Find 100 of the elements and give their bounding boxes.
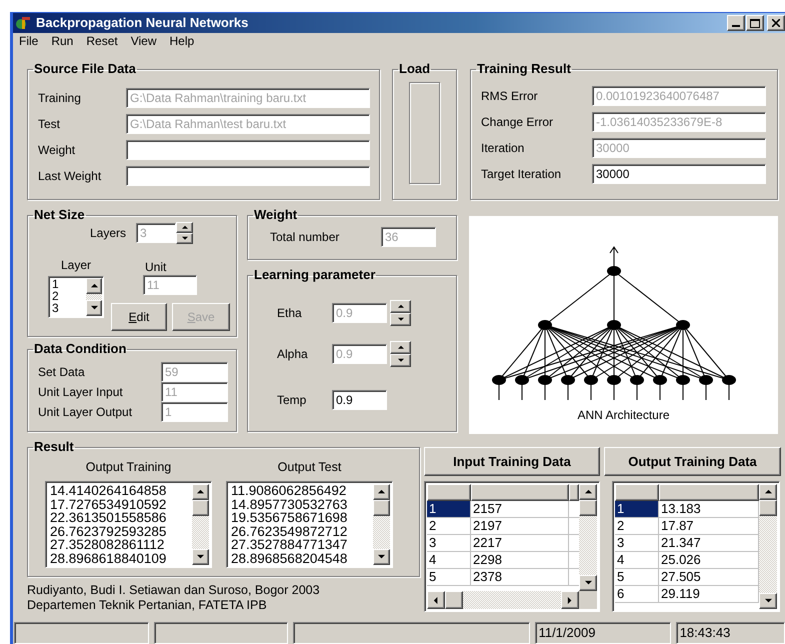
list-item[interactable]: 11.9086062856492 [231, 484, 373, 498]
list-item[interactable]: 1 [52, 278, 86, 290]
tab-button[interactable]: Input Training Data [424, 447, 600, 476]
list-item[interactable]: 26.7623792593285 [50, 524, 192, 538]
row-number-cell[interactable]: 5 [427, 569, 471, 586]
window-title: Backpropagation Neural Networks [36, 14, 248, 32]
scroll-up-button[interactable] [759, 484, 777, 500]
row-number-cell[interactable]: 1 [427, 501, 471, 518]
list-item[interactable]: 28.8968568204548 [231, 552, 373, 565]
menu-item[interactable]: File [19, 32, 38, 50]
row-number-cell[interactable]: 3 [427, 535, 471, 552]
close-button[interactable] [767, 15, 785, 31]
field-label: Unit Layer Output [38, 404, 134, 421]
scroll-thumb[interactable] [192, 500, 209, 516]
list-item[interactable]: 2 [52, 290, 86, 302]
menu-item[interactable]: Reset [86, 32, 118, 50]
field-label: Change Error [481, 114, 554, 131]
menu-item[interactable]: Help [170, 32, 194, 50]
field-label: Layer [60, 257, 92, 272]
scroll-down-button[interactable] [759, 593, 777, 609]
up-arrow-icon [182, 225, 188, 230]
table-cell: 2157 [471, 501, 569, 518]
right-arrow-icon [567, 596, 573, 604]
row-number-cell[interactable]: 2 [427, 518, 471, 535]
down-arrow-icon [584, 580, 592, 586]
spin-down-button[interactable] [176, 233, 193, 244]
scroll-down-button[interactable] [373, 549, 390, 565]
row-number-cell[interactable]: 4 [615, 552, 659, 569]
input-field[interactable]: 0.9 [332, 390, 387, 410]
left-arrow-icon [433, 596, 439, 604]
list-box[interactable]: 1 2 3 [48, 276, 104, 318]
push-button[interactable]: Edit [111, 303, 167, 331]
field-label: Iteration [481, 140, 526, 157]
row-number-cell[interactable]: 2 [615, 518, 659, 535]
scroll-up-button[interactable] [192, 484, 209, 500]
app-icon [15, 15, 31, 31]
scrollbar[interactable] [579, 484, 597, 591]
list-item[interactable]: 19.5356758671698 [231, 511, 373, 525]
scroll-up-button[interactable] [373, 484, 390, 500]
scroll-down-button[interactable] [86, 300, 102, 316]
spin-down-button[interactable] [390, 354, 411, 367]
up-arrow-icon [378, 489, 385, 495]
spin-up-button[interactable] [390, 300, 411, 313]
scrollbar-corner [579, 591, 597, 609]
field-label: Alpha [277, 346, 309, 363]
menu-item[interactable]: View [130, 32, 157, 50]
group-title: Data Condition [33, 342, 128, 356]
row-number-cell[interactable]: 3 [615, 535, 659, 552]
scroll-up-button[interactable] [579, 484, 597, 500]
scrollbar[interactable] [759, 484, 777, 609]
down-arrow-icon [378, 554, 385, 560]
tab-button[interactable]: Output Training Data [604, 447, 781, 476]
scroll-up-button[interactable] [86, 278, 102, 294]
row-number-cell[interactable]: 5 [615, 569, 659, 586]
list-item[interactable]: 14.8957730532763 [231, 498, 373, 512]
up-arrow-icon [197, 489, 204, 495]
field-label: Target Iteration [481, 166, 562, 183]
list-item[interactable]: 27.3528082861112 [50, 538, 192, 552]
maximize-button[interactable] [746, 15, 764, 31]
row-number-cell[interactable]: 4 [427, 552, 471, 569]
spin-up-button[interactable] [176, 222, 193, 233]
list-item[interactable]: 3 [52, 302, 86, 314]
scroll-right-button[interactable] [561, 591, 579, 609]
scroll-left-button[interactable] [427, 591, 445, 609]
group-title: Weight [253, 208, 298, 222]
list-box[interactable]: 14.4140264164858 17.7276534910592 22.3613501558586 26.7623792593285 27.3528082861112 28.8968618840109 [45, 481, 212, 568]
list-heading: Output Test [278, 459, 342, 474]
list-item[interactable]: 26.7623549872712 [231, 524, 373, 538]
close-icon [772, 19, 780, 27]
maximize-icon [750, 18, 760, 28]
minimize-button[interactable] [727, 15, 745, 31]
list-item[interactable]: 22.3613501558586 [50, 511, 192, 525]
menu-item[interactable]: Run [51, 32, 74, 50]
input-field[interactable] [126, 166, 370, 186]
down-arrow-icon [764, 598, 772, 604]
input-field[interactable] [126, 140, 370, 160]
scroll-thumb[interactable] [759, 500, 777, 516]
scrollbar[interactable] [192, 484, 209, 565]
list-item[interactable]: 14.4140264164858 [50, 484, 192, 498]
row-number-cell[interactable]: 1 [615, 501, 659, 518]
group-title: Net Size [33, 208, 86, 222]
list-item[interactable]: 28.8968618840109 [50, 552, 192, 565]
down-arrow-icon [398, 317, 404, 322]
list-item[interactable]: 27.3527884771347 [231, 538, 373, 552]
spin-down-button[interactable] [390, 313, 411, 326]
scroll-thumb[interactable] [373, 500, 390, 516]
scroll-thumb[interactable] [579, 500, 597, 516]
scrollbar[interactable] [427, 591, 579, 609]
scrollbar[interactable] [373, 484, 390, 565]
spin-up-button[interactable] [390, 341, 411, 354]
scrollbar[interactable] [86, 278, 102, 316]
row-number-cell[interactable]: 6 [615, 586, 659, 603]
list-box[interactable]: 11.9086062856492 14.8957730532763 19.5356758671698 26.7623549872712 27.3527884771347 28.8968568204548 [226, 481, 393, 568]
credit-text: Departemen Teknik Pertanian, FATETA IPB [27, 598, 268, 613]
scroll-down-button[interactable] [579, 575, 597, 591]
scroll-down-button[interactable] [192, 549, 209, 565]
scroll-thumb[interactable] [445, 591, 463, 609]
list-item[interactable]: 17.7276534910592 [50, 498, 192, 512]
field-label: Training [38, 90, 82, 107]
input-field[interactable]: 30000 [592, 164, 766, 184]
